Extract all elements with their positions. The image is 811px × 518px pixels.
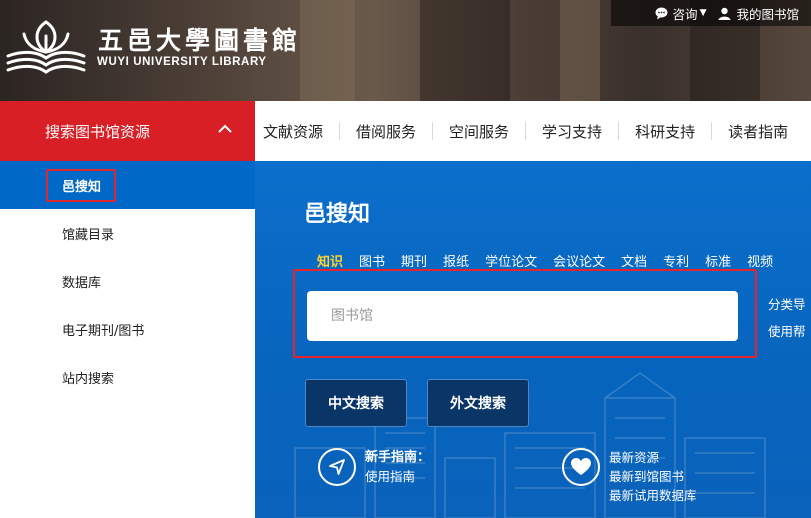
side-item-site-search[interactable]: 站内搜索 xyxy=(0,353,255,401)
tab-patents[interactable]: 专利 xyxy=(663,251,689,270)
chevron-down-icon: ▼ xyxy=(699,8,707,18)
search-type-tabs: 知识 图书 期刊 报纸 学位论文 会议论文 文档 专利 标准 视频 xyxy=(317,251,789,270)
guide-title: 新手指南： xyxy=(365,450,431,465)
new-arrival-books-link[interactable]: 最新到馆图书 xyxy=(609,467,697,486)
tab-documents[interactable]: 文档 xyxy=(621,251,647,270)
tab-conference-papers[interactable]: 会议论文 xyxy=(553,251,605,270)
nav-item-borrowing[interactable]: 借阅服务 xyxy=(340,121,432,142)
search-side-links: 分类导 使用帮 xyxy=(768,291,806,345)
banner-bookshelf xyxy=(560,0,600,101)
tab-knowledge[interactable]: 知识 xyxy=(317,251,343,270)
nav-menu: 文献资源 借阅服务 空间服务 学习支持 科研支持 读者指南 xyxy=(255,101,804,161)
top-links: 咨询 ▼ 我的图书馆 xyxy=(655,0,811,26)
campus-skyline-illustration xyxy=(294,372,766,518)
usage-guide-link[interactable]: 使用指南 xyxy=(365,467,430,486)
my-library-label: 我的图书馆 xyxy=(736,6,799,22)
banner-bookshelf xyxy=(420,0,510,101)
tab-newspapers[interactable]: 报纸 xyxy=(443,251,469,270)
nav-item-literature[interactable]: 文献资源 xyxy=(255,121,339,142)
trial-databases-link[interactable]: 最新试用数据库 xyxy=(609,486,697,505)
heart-icon xyxy=(562,448,600,486)
search-input[interactable] xyxy=(307,291,738,341)
side-item-label: 邑搜知 xyxy=(46,168,117,202)
chat-icon xyxy=(655,7,668,19)
nav-item-reader-guide[interactable]: 读者指南 xyxy=(712,121,804,142)
tab-standards[interactable]: 标准 xyxy=(705,251,731,270)
my-library-link[interactable]: 我的图书馆 xyxy=(718,4,799,23)
foreign-search-button[interactable]: 外文搜索 xyxy=(427,379,529,427)
tab-videos[interactable]: 视频 xyxy=(747,251,773,270)
search-panel: 邑搜知 知识 图书 期刊 报纸 学位论文 会议论文 文档 专利 标准 视频 分类… xyxy=(255,161,811,518)
nav-item-space[interactable]: 空间服务 xyxy=(433,121,525,142)
tab-dissertations[interactable]: 学位论文 xyxy=(485,251,537,270)
side-item-database[interactable]: 数据库 xyxy=(0,257,255,305)
search-resources-label: 搜索图书馆资源 xyxy=(45,122,151,141)
beginner-guide: 新手指南： 使用指南 xyxy=(318,448,430,486)
category-nav-link[interactable]: 分类导 xyxy=(768,291,806,318)
search-resources-toggle[interactable]: 搜索图书馆资源 xyxy=(0,101,255,161)
usage-help-link[interactable]: 使用帮 xyxy=(768,318,806,345)
nav-item-learning[interactable]: 学习支持 xyxy=(526,121,618,142)
user-icon xyxy=(718,7,731,20)
library-name-cn: 五邑大學圖書館 xyxy=(98,26,302,55)
side-item-yisouzhi[interactable]: 邑搜知 xyxy=(0,161,255,209)
banner-bookshelf xyxy=(300,0,355,101)
header-banner: 五邑大學圖書館 WUYI UNIVERSITY LIBRARY 咨询 ▼ 我的图… xyxy=(0,0,811,101)
tab-books[interactable]: 图书 xyxy=(359,251,385,270)
nav-item-research[interactable]: 科研支持 xyxy=(619,121,711,142)
chinese-search-button[interactable]: 中文搜索 xyxy=(305,379,407,427)
side-item-ejournals[interactable]: 电子期刊/图书 xyxy=(0,305,255,353)
latest-resources-link[interactable]: 最新资源 xyxy=(609,448,697,467)
library-logo-icon xyxy=(6,20,86,74)
side-menu: 邑搜知 馆藏目录 数据库 电子期刊/图书 站内搜索 xyxy=(0,161,255,518)
navigation-arrow-icon xyxy=(318,448,356,486)
chevron-up-icon xyxy=(218,124,232,133)
latest-resources: 最新资源 最新到馆图书 最新试用数据库 xyxy=(562,448,697,505)
main-nav: 搜索图书馆资源 文献资源 借阅服务 空间服务 学习支持 科研支持 读者指南 xyxy=(0,101,811,161)
consult-label: 咨询 xyxy=(672,6,698,22)
tab-journals[interactable]: 期刊 xyxy=(401,251,427,270)
library-name-en: WUYI UNIVERSITY LIBRARY xyxy=(97,56,267,68)
consult-link[interactable]: 咨询 ▼ xyxy=(655,4,707,23)
side-item-catalog[interactable]: 馆藏目录 xyxy=(0,209,255,257)
page-title: 邑搜知 xyxy=(304,202,371,227)
